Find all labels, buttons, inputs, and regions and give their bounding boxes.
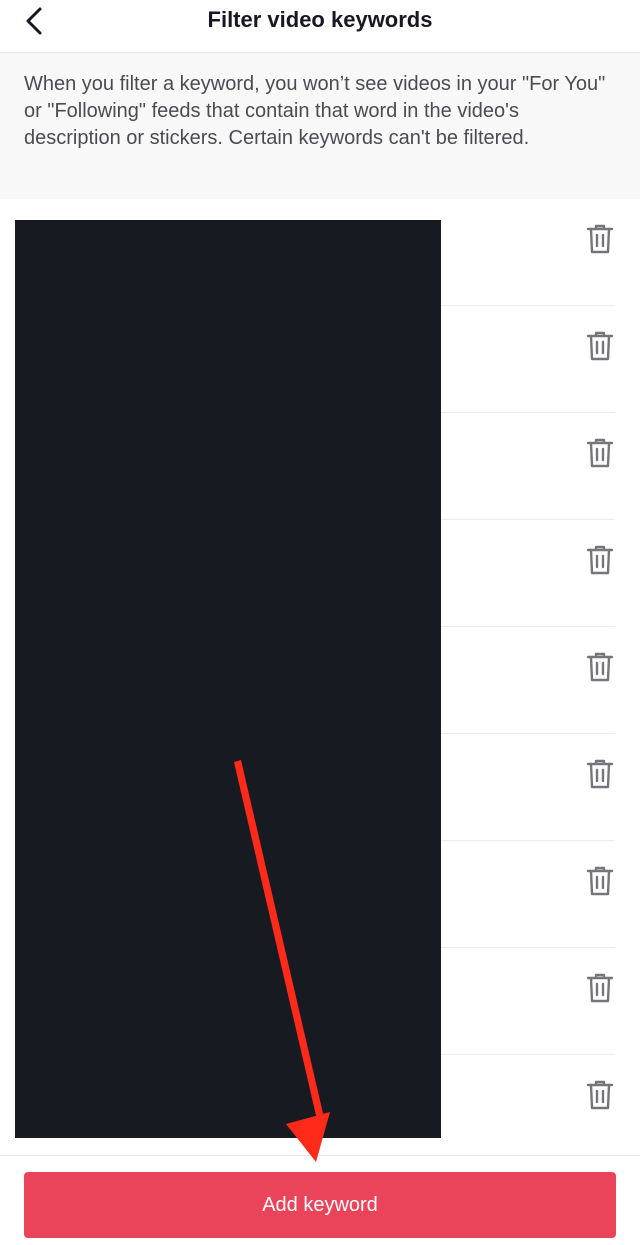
delete-keyword-button[interactable]	[586, 972, 614, 1004]
trash-icon	[586, 1080, 614, 1110]
trash-icon	[586, 331, 614, 361]
trash-icon	[586, 545, 614, 575]
trash-icon	[586, 759, 614, 789]
trash-icon	[586, 652, 614, 682]
delete-keyword-button[interactable]	[586, 544, 614, 576]
delete-keyword-button[interactable]	[586, 223, 614, 255]
delete-keyword-button[interactable]	[586, 1079, 614, 1111]
header-bar: Filter video keywords	[0, 0, 640, 53]
info-box: When you filter a keyword, you won’t see…	[0, 53, 640, 199]
add-keyword-button[interactable]: Add keyword	[24, 1172, 616, 1238]
delete-keyword-button[interactable]	[586, 437, 614, 469]
trash-icon	[586, 973, 614, 1003]
filter-keywords-screen: Filter video keywords When you filter a …	[0, 0, 640, 1245]
delete-keyword-button[interactable]	[586, 330, 614, 362]
trash-icon	[586, 438, 614, 468]
delete-keyword-button[interactable]	[586, 758, 614, 790]
info-text: When you filter a keyword, you won’t see…	[24, 73, 606, 149]
page-title: Filter video keywords	[207, 7, 433, 32]
delete-keyword-button[interactable]	[586, 865, 614, 897]
redaction-block	[15, 220, 441, 1138]
trash-icon	[586, 866, 614, 896]
delete-keyword-button[interactable]	[586, 651, 614, 683]
footer-bar: Add keyword	[0, 1155, 640, 1245]
trash-icon	[586, 224, 614, 254]
